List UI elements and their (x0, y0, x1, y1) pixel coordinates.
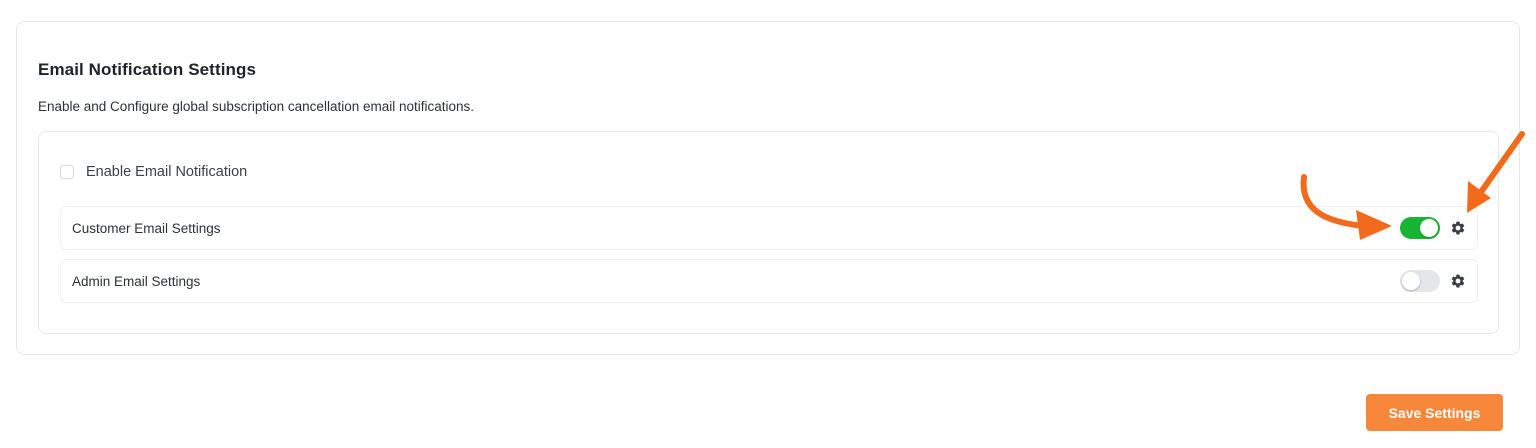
save-settings-button[interactable]: Save Settings (1366, 394, 1503, 431)
toggle-knob (1420, 219, 1438, 237)
toggle-knob (1402, 272, 1420, 290)
section-title: Email Notification Settings (38, 60, 257, 79)
customer-email-settings-row: Customer Email Settings (60, 206, 1478, 250)
customer-email-settings-label: Customer Email Settings (72, 220, 221, 236)
gear-icon[interactable] (1450, 220, 1466, 236)
section-description: Enable and Configure global subscription… (38, 99, 475, 114)
enable-email-notification-label: Enable Email Notification (86, 164, 248, 180)
enable-email-notification[interactable]: Enable Email Notification (60, 164, 247, 180)
email-notification-card: Email Notification Settings Enable and C… (16, 21, 1520, 355)
page: Email Notification Settings Enable and C… (0, 0, 1536, 448)
gear-icon[interactable] (1450, 273, 1466, 289)
admin-email-settings-row: Admin Email Settings (60, 259, 1478, 303)
admin-email-settings-label: Admin Email Settings (72, 273, 201, 289)
admin-email-toggle[interactable] (1400, 270, 1440, 292)
customer-email-toggle[interactable] (1400, 217, 1440, 239)
enable-email-notification-checkbox[interactable] (60, 165, 74, 179)
notification-settings-panel: Enable Email Notification Customer Email… (38, 131, 1499, 334)
